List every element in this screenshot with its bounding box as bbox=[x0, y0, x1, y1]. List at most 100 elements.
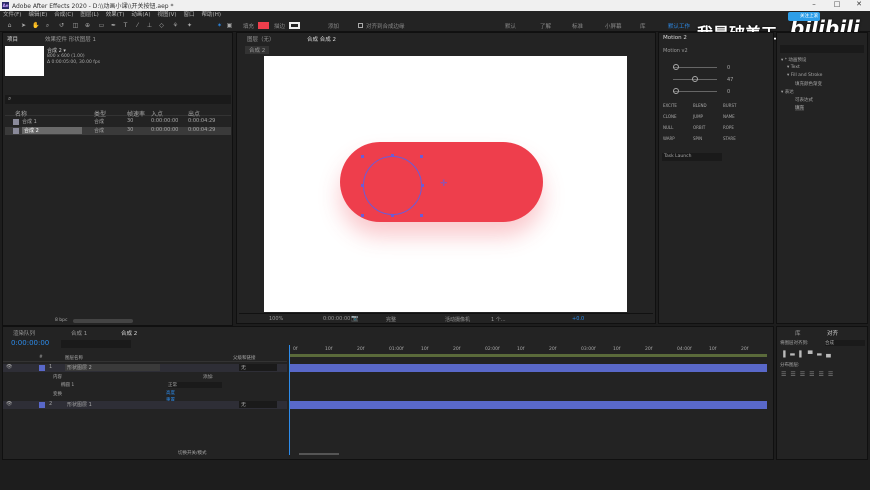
align-buttons[interactable]: ▐▬▌▀▬▄ bbox=[781, 351, 865, 359]
table-row[interactable]: 👁 2 形状图层 1 无 bbox=[3, 401, 287, 409]
slider-1[interactable] bbox=[673, 67, 717, 68]
layer-bar-2[interactable] bbox=[289, 401, 767, 409]
motion-button-6[interactable]: NULL bbox=[663, 125, 673, 130]
motion-button-0[interactable]: EXCITE bbox=[663, 103, 677, 108]
zoom-slider[interactable] bbox=[299, 453, 339, 455]
time-ruler[interactable]: 0f 10f 20f 01:00f 10f 20f 02:00f 10f 20f 03:00f 10… bbox=[289, 346, 767, 354]
menu-item-1[interactable]: 编辑(E) bbox=[28, 11, 47, 20]
camera-icon[interactable]: 📷 bbox=[351, 315, 358, 322]
path-vertex[interactable] bbox=[391, 154, 394, 157]
path-vertex[interactable] bbox=[361, 184, 364, 187]
motion-button-7[interactable]: ORBIT bbox=[693, 125, 705, 130]
layer-bar-1[interactable] bbox=[289, 364, 767, 372]
bpc-label[interactable]: 8 bpc bbox=[55, 318, 67, 323]
pen-tool-icon[interactable]: ✒ bbox=[110, 22, 117, 29]
tab-composition[interactable]: 合成 合成 2 bbox=[307, 35, 336, 43]
home-icon[interactable]: ⌂ bbox=[6, 22, 13, 29]
eraser-tool-icon[interactable]: ◇ bbox=[158, 22, 165, 29]
slider-handle[interactable] bbox=[692, 76, 698, 82]
list-item[interactable]: 合成 1 合成 30 0:00:00:00 0:00:04:29 bbox=[5, 118, 231, 126]
effects-item[interactable]: 可表达式 bbox=[795, 97, 813, 103]
clone-tool-icon[interactable]: ⊥ bbox=[146, 22, 153, 29]
col-name[interactable]: 名称 bbox=[15, 109, 27, 118]
tab-project[interactable]: 项目 bbox=[7, 35, 18, 43]
hand-tool-icon[interactable]: ✋ bbox=[32, 22, 39, 29]
label-color[interactable] bbox=[39, 365, 45, 371]
menu-item-3[interactable]: 图层(L) bbox=[80, 11, 98, 20]
timeline-time[interactable]: 0:00:00:00 bbox=[11, 339, 49, 347]
camera-select[interactable]: 活动摄像机 bbox=[445, 316, 470, 323]
shape-tool-icon[interactable]: ▭ bbox=[98, 22, 105, 29]
pan-behind-icon[interactable]: ⊕ bbox=[84, 22, 91, 29]
motion-button-5[interactable]: NAME bbox=[723, 114, 735, 119]
motion-button-4[interactable]: JUMP bbox=[693, 114, 703, 119]
ws-default[interactable]: 默认 bbox=[505, 22, 516, 30]
views-select[interactable]: 1 个... bbox=[491, 316, 506, 323]
parent-select[interactable]: 无 bbox=[239, 401, 277, 408]
effects-item[interactable]: 填充颜色渐变 bbox=[795, 81, 822, 87]
motion-button-10[interactable]: SPIN bbox=[693, 136, 702, 141]
roto-tool-icon[interactable]: ⚘ bbox=[172, 22, 179, 29]
menu-item-5[interactable]: 动画(A) bbox=[131, 11, 150, 20]
follow-button[interactable]: 关注上滚 bbox=[788, 12, 820, 21]
tab-effect-controls[interactable]: 效果控件 形状图层 1 bbox=[45, 35, 96, 43]
motion-button-1[interactable]: BLEND bbox=[693, 103, 707, 108]
rotate-tool-icon[interactable]: ↺ bbox=[58, 22, 65, 29]
close-button[interactable]: ✕ bbox=[848, 0, 870, 11]
slider-1-value[interactable]: 0 bbox=[727, 65, 730, 71]
add-label[interactable]: 添加 bbox=[328, 22, 339, 30]
motion-button-8[interactable]: ROPE bbox=[723, 125, 734, 130]
col-type[interactable]: 类型 bbox=[94, 109, 106, 118]
effects-item[interactable]: ▾ Fill and Stroke bbox=[787, 73, 822, 78]
zoom-select[interactable]: 100% bbox=[269, 316, 283, 322]
effects-item[interactable]: ▾ 表达 bbox=[781, 89, 794, 95]
timeline-search-input[interactable] bbox=[61, 340, 131, 348]
distribute-buttons[interactable]: ☰☰☰☰☰☰ bbox=[781, 371, 865, 379]
project-search-input[interactable]: ⌕ bbox=[5, 95, 231, 104]
ws-learn[interactable]: 了解 bbox=[540, 22, 551, 30]
selection-tool-icon[interactable]: ➤ bbox=[20, 22, 27, 29]
playhead[interactable] bbox=[289, 345, 290, 455]
breadcrumb[interactable]: 合成 2 bbox=[245, 46, 270, 54]
snap-checkbox[interactable] bbox=[358, 23, 363, 28]
slider-handle[interactable] bbox=[673, 88, 679, 94]
ws-library[interactable]: 库 bbox=[640, 22, 646, 30]
ellipse-path-outline[interactable] bbox=[363, 156, 422, 215]
menu-item-0[interactable]: 文件(F) bbox=[3, 11, 21, 20]
rect-mode-icon[interactable]: ▣ bbox=[226, 22, 233, 29]
menu-item-4[interactable]: 效果(T) bbox=[106, 11, 125, 20]
path-vertex[interactable] bbox=[421, 184, 424, 187]
fill-swatch[interactable] bbox=[258, 22, 269, 29]
menu-item-7[interactable]: 窗口 bbox=[184, 11, 195, 20]
path-vertex[interactable] bbox=[420, 155, 423, 158]
path-vertex[interactable] bbox=[361, 155, 364, 158]
path-vertex[interactable] bbox=[420, 214, 423, 217]
tab-libraries[interactable]: 库 bbox=[795, 329, 801, 337]
slider-2-value[interactable]: 47 bbox=[727, 77, 733, 83]
layer-name[interactable]: 形状图层 1 bbox=[65, 401, 160, 408]
anchor-point-icon[interactable]: ✛ bbox=[440, 179, 448, 189]
path-vertex[interactable] bbox=[361, 214, 364, 217]
path-vertex[interactable] bbox=[391, 214, 394, 217]
menu-item-8[interactable]: 帮助(H) bbox=[202, 11, 221, 20]
motion-button-2[interactable]: BURST bbox=[723, 103, 736, 108]
ws-standard[interactable]: 标准 bbox=[572, 22, 583, 30]
brush-tool-icon[interactable]: ⁄ bbox=[134, 22, 141, 29]
minimize-button[interactable]: – bbox=[803, 0, 825, 11]
exposure-value[interactable]: +0.0 bbox=[572, 316, 584, 322]
effects-search-input[interactable] bbox=[780, 45, 864, 53]
tab-render-queue[interactable]: 渲染队列 bbox=[13, 329, 35, 337]
slider-3-value[interactable]: 0 bbox=[727, 89, 730, 95]
motion-button-3[interactable]: CLONE bbox=[663, 114, 677, 119]
resolution-select[interactable]: 完整 bbox=[386, 316, 396, 323]
ws-active[interactable]: 默认工作 bbox=[668, 22, 690, 30]
puppet-tool-icon[interactable]: ✦ bbox=[186, 22, 193, 29]
col-fps[interactable]: 帧速率 bbox=[127, 109, 145, 118]
table-row[interactable]: 👁 1 形状图层 2 无 bbox=[3, 364, 287, 372]
tab-comp2[interactable]: 合成 2 bbox=[121, 329, 137, 337]
stroke-swatch[interactable] bbox=[289, 22, 300, 29]
star-icon[interactable]: ✶ bbox=[216, 22, 223, 29]
tab-align[interactable]: 对齐 bbox=[827, 329, 838, 337]
col-in[interactable]: 入点 bbox=[151, 109, 163, 118]
layer-name[interactable]: 形状图层 2 bbox=[65, 364, 160, 371]
